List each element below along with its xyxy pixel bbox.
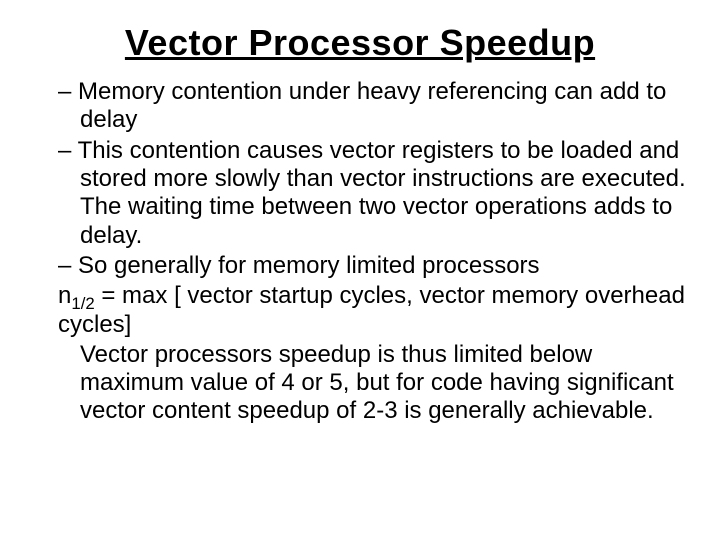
eq-rhs: = max [ vector startup cycles, vector me…	[58, 282, 685, 337]
slide-title: Vector Processor Speedup	[30, 22, 690, 64]
bullet-item: – Memory contention under heavy referenc…	[30, 78, 690, 135]
eq-lhs: n	[58, 282, 71, 309]
equation-line: n1/2 = max [ vector startup cycles, vect…	[30, 282, 690, 339]
closing-paragraph: Vector processors speedup is thus limite…	[30, 341, 690, 426]
bullet-item: – This contention causes vector register…	[30, 137, 690, 250]
dash-icon: –	[58, 252, 71, 279]
dash-icon: –	[58, 78, 71, 105]
bullet-item: – So generally for memory limited proces…	[30, 252, 690, 280]
bullet-text: This contention causes vector registers …	[78, 137, 686, 249]
dash-icon: –	[58, 137, 71, 164]
bullet-text: Memory contention under heavy referencin…	[78, 78, 666, 133]
bullet-text: So generally for memory limited processo…	[78, 252, 540, 279]
slide: Vector Processor Speedup – Memory conten…	[0, 0, 720, 540]
slide-body: – Memory contention under heavy referenc…	[30, 78, 690, 426]
